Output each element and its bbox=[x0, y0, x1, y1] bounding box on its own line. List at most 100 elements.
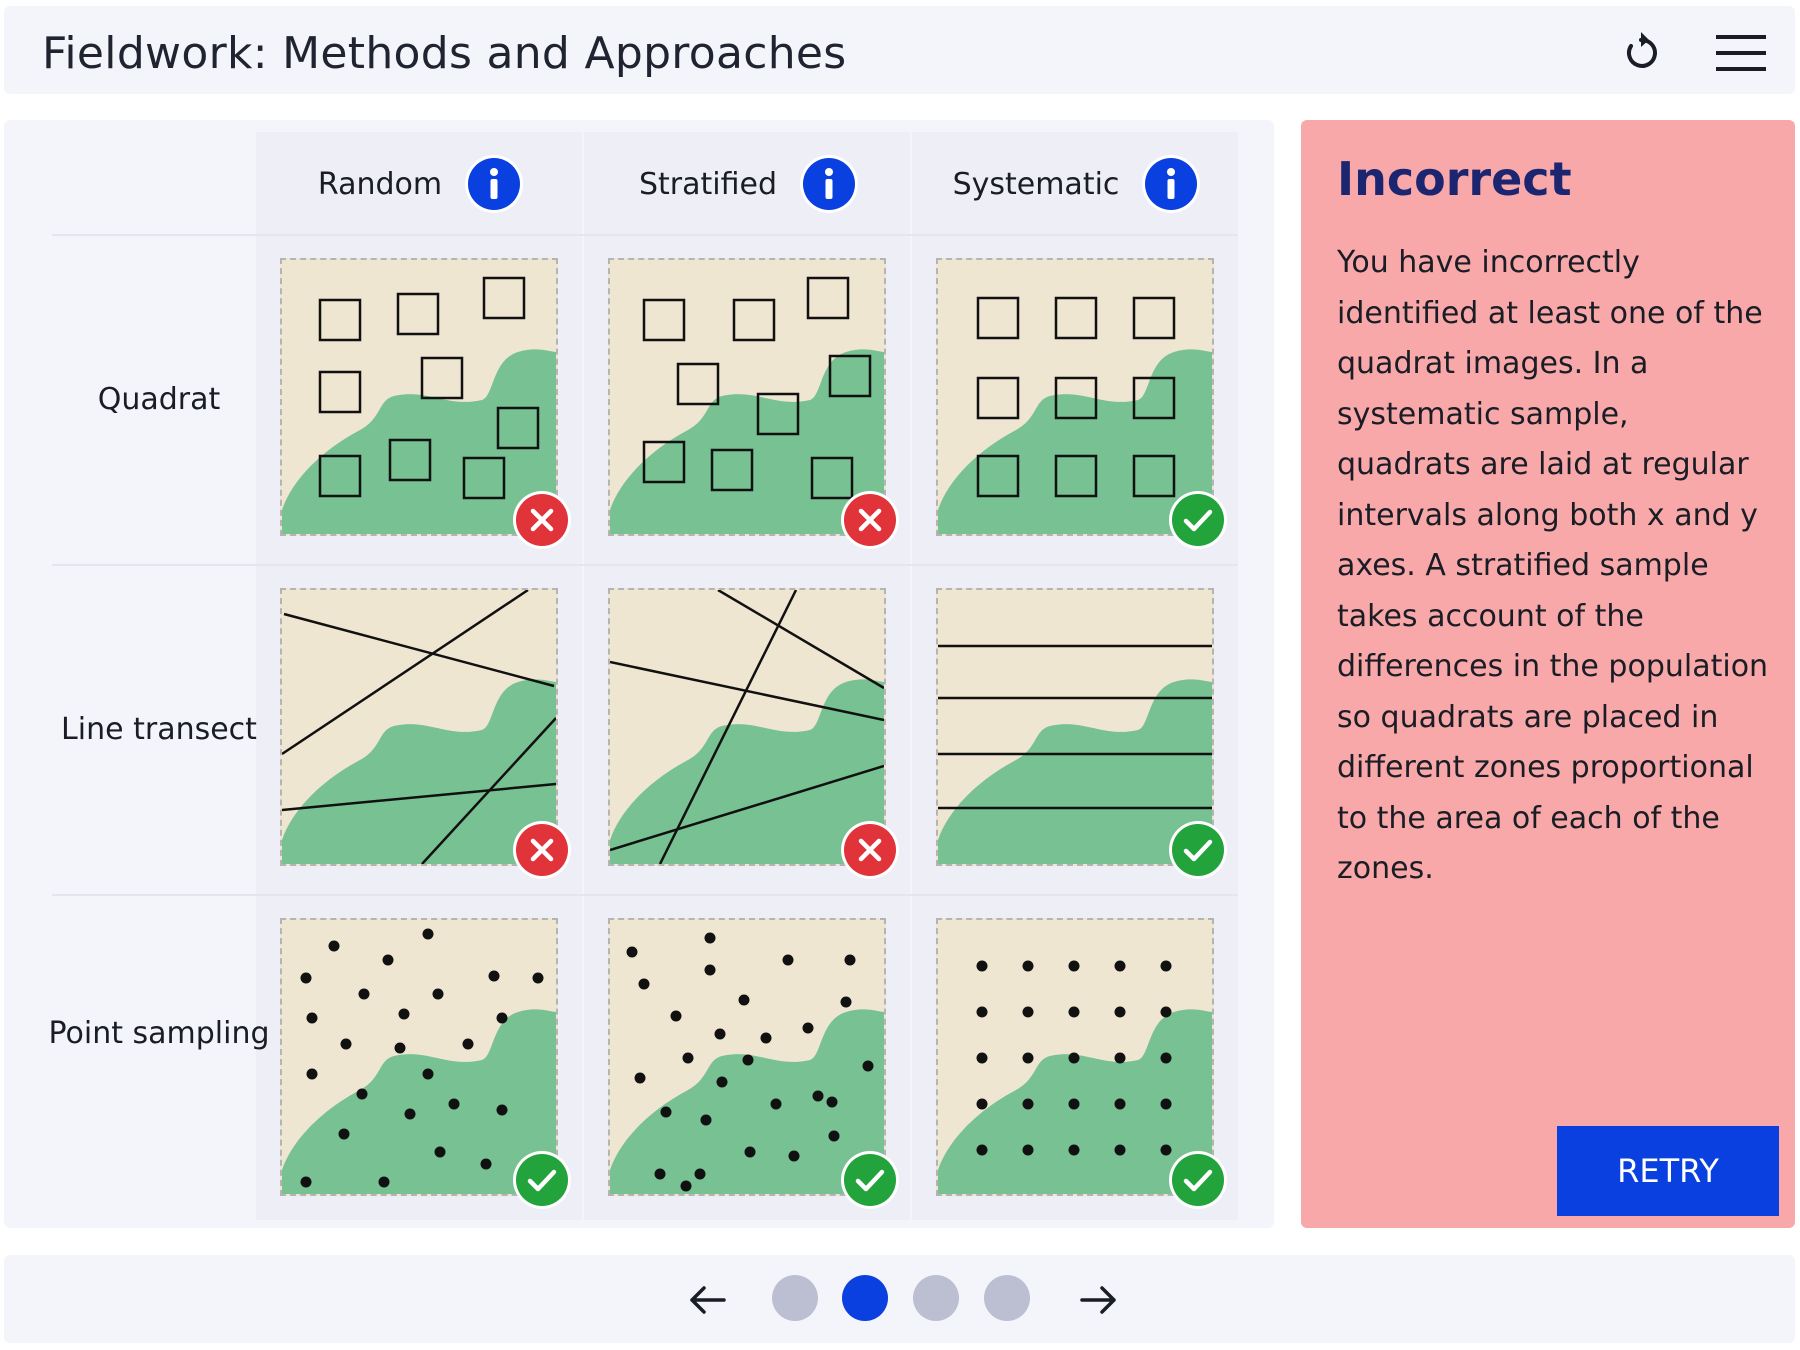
quadrat-square bbox=[676, 362, 720, 406]
previous-button[interactable] bbox=[680, 1273, 734, 1327]
sample-point bbox=[714, 1028, 726, 1040]
sample-point bbox=[744, 1146, 756, 1158]
sample-point bbox=[432, 988, 444, 1000]
sample-point bbox=[1068, 1006, 1080, 1018]
sample-point bbox=[1114, 1144, 1126, 1156]
quadrat-square bbox=[732, 298, 776, 342]
vegetation-zone bbox=[282, 349, 556, 534]
sample-point bbox=[1114, 1052, 1126, 1064]
sample-point bbox=[1160, 1006, 1172, 1018]
sample-point bbox=[812, 1090, 824, 1102]
retry-button[interactable]: RETRY bbox=[1557, 1126, 1779, 1216]
transect-line bbox=[283, 612, 555, 688]
cell-point-sampling-random bbox=[280, 918, 568, 1206]
cross-icon bbox=[858, 508, 882, 532]
sample-point bbox=[1114, 1098, 1126, 1110]
sample-point bbox=[496, 1012, 508, 1024]
reset-button[interactable] bbox=[1614, 26, 1668, 80]
sample-illustration bbox=[282, 928, 556, 1194]
sample-point bbox=[1160, 1098, 1172, 1110]
page-dot-4[interactable] bbox=[984, 1275, 1030, 1321]
quadrat-square bbox=[482, 276, 526, 320]
sample-point bbox=[306, 1012, 318, 1024]
sample-illustration bbox=[610, 276, 884, 534]
sample-point bbox=[532, 972, 544, 984]
sample-point bbox=[398, 1008, 410, 1020]
sample-point bbox=[1022, 1052, 1034, 1064]
info-button-random[interactable] bbox=[468, 158, 521, 210]
sample-point bbox=[462, 1038, 474, 1050]
cell-quadrat-systematic bbox=[936, 258, 1224, 546]
row-label-quadrat: Quadrat bbox=[97, 382, 221, 417]
quadrat-square bbox=[976, 376, 1020, 420]
menu-button[interactable] bbox=[1714, 26, 1768, 80]
sample-point bbox=[654, 1168, 666, 1180]
check-icon bbox=[1183, 839, 1213, 862]
sample-point bbox=[328, 940, 340, 952]
sample-point bbox=[704, 932, 716, 944]
page-dot-2[interactable] bbox=[842, 1275, 888, 1321]
cell-line-transect-systematic bbox=[936, 588, 1224, 876]
incorrect-badge bbox=[844, 824, 896, 876]
quadrat-square bbox=[318, 370, 362, 414]
sample-point bbox=[300, 1176, 312, 1188]
sample-point bbox=[488, 970, 500, 982]
sample-point bbox=[626, 946, 638, 958]
sample-point bbox=[340, 1038, 352, 1050]
pagination-bar bbox=[4, 1255, 1795, 1343]
column-label: Stratified bbox=[638, 166, 778, 202]
sample-illustration bbox=[938, 960, 1212, 1194]
info-icon bbox=[1167, 168, 1176, 199]
sample-illustration bbox=[282, 590, 556, 864]
sample-point bbox=[682, 1052, 694, 1064]
row-label-point-sampling: Point sampling bbox=[48, 1016, 270, 1051]
feedback-text: You have incorrectly identified at least… bbox=[1337, 245, 1769, 886]
cross-icon bbox=[858, 838, 882, 862]
sample-point bbox=[788, 1150, 800, 1162]
sample-point bbox=[660, 1106, 672, 1118]
sample-point bbox=[1022, 960, 1034, 972]
sample-point bbox=[742, 1054, 754, 1066]
sample-point bbox=[700, 1114, 712, 1126]
sampling-grid: Random Stratified Systematic Quadrat Lin… bbox=[4, 120, 1274, 1228]
sample-point bbox=[1160, 960, 1172, 972]
sample-illustration bbox=[938, 644, 1212, 864]
check-icon bbox=[1183, 1169, 1213, 1192]
column-header-systematic: Systematic bbox=[912, 156, 1238, 212]
cell-line-transect-stratified bbox=[608, 588, 896, 876]
sample-point bbox=[1068, 1052, 1080, 1064]
transect-line bbox=[717, 590, 884, 690]
page-dot-3[interactable] bbox=[913, 1275, 959, 1321]
sample-point bbox=[840, 996, 852, 1008]
sample-point bbox=[976, 960, 988, 972]
row-divider bbox=[52, 894, 1238, 896]
feedback-panel: Incorrect You have incorrectly identifie… bbox=[1301, 120, 1795, 1228]
sample-illustration bbox=[938, 296, 1212, 534]
sample-point bbox=[782, 954, 794, 966]
check-icon bbox=[855, 1169, 885, 1192]
sample-point bbox=[670, 1010, 682, 1022]
quadrat-square bbox=[420, 356, 464, 400]
check-icon bbox=[527, 1169, 557, 1192]
quadrat-square bbox=[396, 292, 440, 336]
next-button[interactable] bbox=[1072, 1273, 1126, 1327]
cross-icon bbox=[530, 838, 554, 862]
sample-point bbox=[976, 1098, 988, 1110]
page-dot-1[interactable] bbox=[772, 1275, 818, 1321]
sample-point bbox=[1022, 1006, 1034, 1018]
arrow-right-icon bbox=[1080, 1286, 1116, 1314]
quadrat-square bbox=[642, 298, 686, 342]
incorrect-badge bbox=[516, 824, 568, 876]
info-button-stratified[interactable] bbox=[803, 158, 856, 210]
info-button-systematic[interactable] bbox=[1145, 158, 1198, 210]
arrow-left-icon bbox=[690, 1286, 726, 1314]
quadrat-square bbox=[1132, 296, 1176, 340]
sample-point bbox=[358, 988, 370, 1000]
cell-point-sampling-systematic bbox=[936, 918, 1224, 1206]
sample-point bbox=[394, 1042, 406, 1054]
cell-line-transect-random bbox=[280, 588, 568, 876]
hamburger-menu-icon bbox=[1716, 35, 1766, 71]
column-header-random: Random bbox=[256, 156, 582, 212]
sample-point bbox=[844, 954, 856, 966]
sample-point bbox=[422, 1068, 434, 1080]
